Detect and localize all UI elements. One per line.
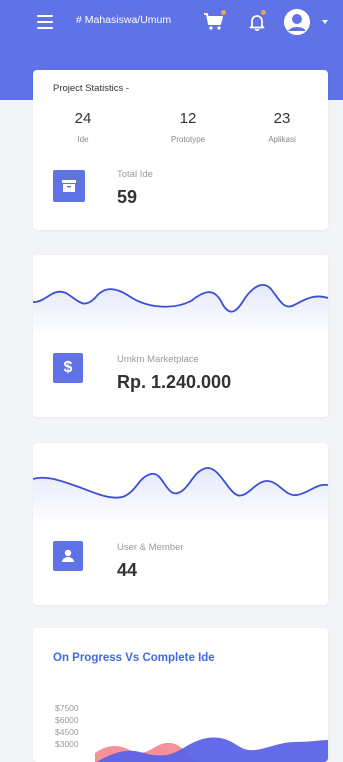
stat-aplikasi: 23 Aplikasi	[257, 110, 307, 144]
dollar-icon: $	[53, 353, 83, 383]
stat-value: 23	[273, 110, 291, 127]
archive-icon	[53, 170, 85, 202]
user-avatar[interactable]	[284, 9, 310, 35]
metric-label: Umkm Marketplace	[117, 354, 199, 365]
metric-value: Rp. 1.240.000	[117, 372, 232, 392]
marketplace-card: $ Umkm Marketplace Rp. 1.240.000	[33, 255, 328, 417]
progress-chart-card: On Progress Vs Complete Ide $7500 $6000 …	[33, 628, 328, 762]
stat-label: Prototype	[170, 135, 206, 144]
stat-label: Aplikasi	[268, 135, 296, 144]
stat-label: Ide	[77, 135, 89, 144]
y-tick-label: $7500	[55, 703, 79, 713]
metric-label: Total Ide	[117, 169, 153, 180]
hamburger-menu-icon[interactable]	[37, 15, 53, 29]
user-icon	[53, 541, 83, 571]
cart-icon[interactable]	[203, 10, 226, 32]
stat-value: 24	[74, 110, 92, 127]
bell-icon[interactable]	[248, 10, 266, 32]
stat-prototype: 12 Prototype	[153, 110, 223, 144]
card-title: Project Statistics -	[53, 83, 130, 94]
metric-value: 44	[117, 560, 138, 580]
marketplace-wave-chart	[33, 284, 328, 335]
y-tick-label: $4500	[55, 727, 79, 737]
member-card: User & Member 44	[33, 443, 328, 605]
bell-notification-dot	[261, 10, 266, 15]
y-tick-label: $3000	[55, 739, 79, 749]
stat-value: 12	[179, 110, 197, 127]
cart-notification-dot	[221, 10, 226, 15]
chart-title: On Progress Vs Complete Ide	[53, 652, 215, 664]
project-statistics-card: Project Statistics - 24 Ide 12 Prototype…	[33, 70, 328, 230]
metric-label: User & Member	[117, 542, 184, 553]
workspace-selector[interactable]: # Mahasiswa/Umum	[76, 14, 171, 26]
metric-value: 59	[117, 187, 138, 207]
area-chart	[95, 737, 328, 762]
member-wave-chart	[33, 467, 328, 523]
chevron-down-icon[interactable]	[322, 20, 328, 24]
y-tick-label: $6000	[55, 715, 79, 725]
stat-ide: 24 Ide	[63, 110, 103, 144]
